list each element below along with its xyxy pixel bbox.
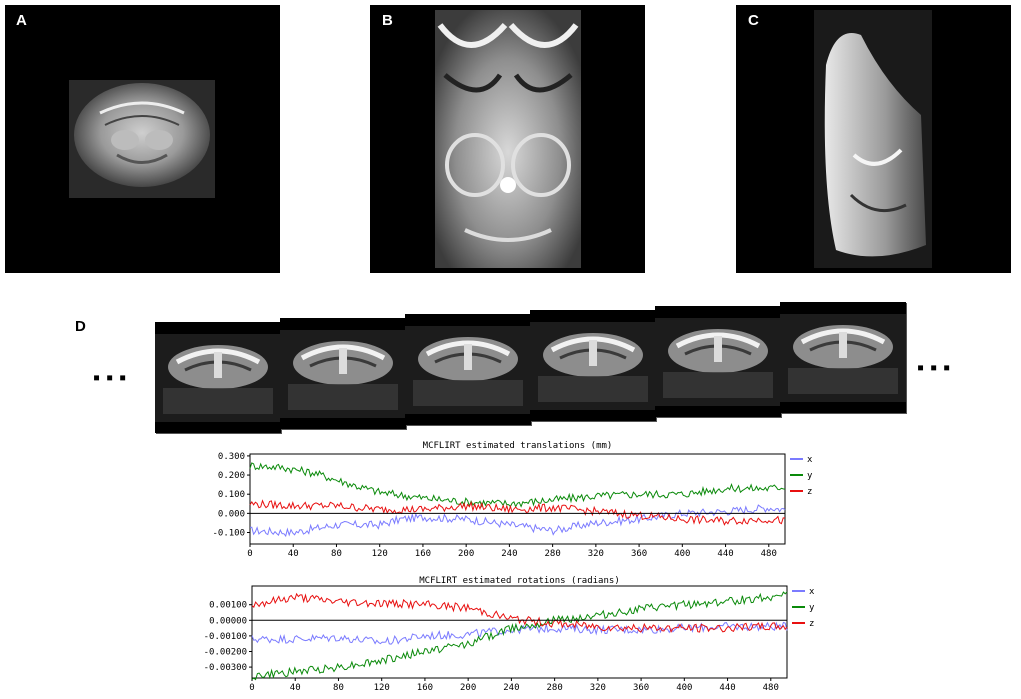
x-tick-label: 400 (676, 683, 692, 693)
chart-title: MCFLIRT estimated translations (mm) (423, 441, 613, 451)
timeseries-frame (280, 318, 406, 429)
frame-coronal-image (655, 318, 781, 406)
x-tick-label: 480 (761, 549, 777, 559)
translations-chart-svg: MCFLIRT estimated translations (mm) 0.300… (212, 441, 813, 559)
x-tick-label: 240 (503, 683, 519, 693)
axial-slice-image (435, 10, 581, 268)
x-tick-label: 200 (458, 549, 474, 559)
panel-label-b: B (382, 12, 393, 29)
rotations-chart-svg: MCFLIRT estimated rotations (radians) 0.0… (204, 576, 815, 693)
timeseries-frame (155, 322, 281, 433)
y-tick-label: -0.100 (212, 529, 245, 539)
panel-b-image (370, 5, 645, 273)
timeseries-frame (530, 310, 656, 421)
translations-chart: MCFLIRT estimated translations (mm) 0.300… (205, 437, 815, 559)
x-tick-label: 80 (331, 549, 342, 559)
panel-a-image (5, 5, 280, 273)
legend-label-z: z (809, 619, 814, 629)
frame-coronal-image (280, 330, 406, 418)
frame-coronal-image (530, 322, 656, 410)
y-tick-label: 0.100 (218, 490, 245, 500)
panel-label-d: D (75, 318, 86, 335)
legend-label-z: z (807, 487, 812, 497)
panel-label-c: C (748, 12, 759, 29)
x-tick-label: 360 (631, 549, 647, 559)
legend-label-x: x (809, 587, 815, 597)
x-tick-label: 160 (415, 549, 431, 559)
frame-coronal-image (405, 326, 531, 414)
x-tick-label: 200 (460, 683, 476, 693)
legend-label-y: y (809, 603, 815, 613)
y-tick-label: 0.000 (218, 509, 245, 519)
y-tick-label: -0.00200 (204, 647, 247, 657)
x-tick-label: 280 (544, 549, 560, 559)
panel-c-image (736, 5, 1011, 273)
continuation-dots-left: ▪▪▪ (93, 367, 133, 389)
plot-area (249, 453, 786, 545)
x-tick-label: 440 (719, 683, 735, 693)
continuation-dots-right: ▪▪▪ (917, 357, 957, 379)
x-tick-label: 400 (674, 549, 690, 559)
timeseries-frame (405, 314, 531, 425)
sagittal-slice-image (814, 10, 932, 268)
panel-label-a: A (16, 12, 27, 29)
x-tick-label: 280 (546, 683, 562, 693)
x-tick-label: 440 (717, 549, 733, 559)
frame-coronal-image (780, 314, 906, 402)
x-tick-label: 320 (590, 683, 606, 693)
x-tick-label: 40 (288, 549, 299, 559)
timeseries-frame (655, 306, 781, 417)
legend-label-x: x (807, 455, 813, 465)
chart-title: MCFLIRT estimated rotations (radians) (419, 576, 619, 586)
x-tick-label: 0 (247, 549, 252, 559)
x-tick-label: 0 (249, 683, 254, 693)
coronal-slice-image (69, 80, 215, 198)
y-tick-label: 0.00000 (209, 616, 247, 626)
y-tick-label: -0.00100 (204, 632, 247, 642)
x-tick-label: 80 (333, 683, 344, 693)
timeseries-frame (780, 302, 906, 413)
y-tick-label: 0.300 (218, 452, 245, 462)
legend-label-y: y (807, 471, 813, 481)
y-tick-label: 0.00100 (209, 601, 247, 611)
x-tick-label: 320 (588, 549, 604, 559)
x-tick-label: 120 (372, 549, 388, 559)
x-tick-label: 160 (417, 683, 433, 693)
rotations-chart: MCFLIRT estimated rotations (radians) 0.0… (195, 572, 815, 694)
y-tick-label: -0.00300 (204, 663, 247, 673)
frame-coronal-image (155, 334, 281, 422)
x-tick-label: 360 (633, 683, 649, 693)
x-tick-label: 480 (763, 683, 779, 693)
x-tick-label: 40 (290, 683, 301, 693)
y-tick-label: 0.200 (218, 471, 245, 481)
x-tick-label: 240 (501, 549, 517, 559)
x-tick-label: 120 (374, 683, 390, 693)
